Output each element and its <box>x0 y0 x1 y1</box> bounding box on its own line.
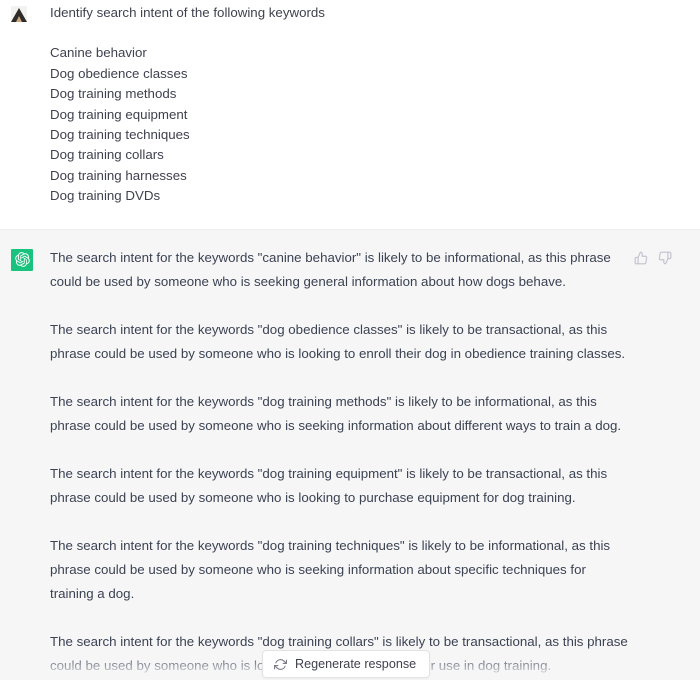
user-avatar-cell <box>0 3 50 22</box>
user-prompt-line: Identify search intent of the following … <box>50 5 325 20</box>
user-message-body: Identify search intent of the following … <box>50 3 700 207</box>
keyword-line-7: Dog training harnesses <box>50 167 187 183</box>
user-avatar <box>11 6 27 22</box>
chat-conversation: Identify search intent of the following … <box>0 0 700 680</box>
user-message-row: Identify search intent of the following … <box>0 0 700 230</box>
user-prompt-text: Identify search intent of the following … <box>50 3 684 207</box>
thumbs-down-icon[interactable] <box>658 251 672 265</box>
keyword-line-8: Dog training DVDs <box>50 188 161 204</box>
prompt-gap <box>50 23 684 43</box>
assistant-message-row: The search intent for the keywords "cani… <box>0 229 700 680</box>
keyword-line-5: Dog training techniques <box>50 127 190 143</box>
regenerate-response-label: Regenerate response <box>295 657 417 671</box>
assistant-avatar-cell <box>0 246 50 271</box>
regenerate-response-button[interactable]: Regenerate response <box>262 650 431 678</box>
keyword-line-2: Dog obedience classes <box>50 65 188 81</box>
assistant-paragraph: The search intent for the keywords "dog … <box>50 465 608 505</box>
assistant-paragraph: The search intent for the keywords "dog … <box>50 537 611 601</box>
assistant-paragraph: The search intent for the keywords "dog … <box>50 321 626 361</box>
keyword-line-3: Dog training methods <box>50 86 177 102</box>
assistant-paragraph: The search intent for the keywords "cani… <box>50 249 611 289</box>
keyword-line-6: Dog training collars <box>50 147 164 163</box>
keyword-line-1: Canine behavior <box>50 45 147 61</box>
keyword-line-4: Dog training equipment <box>50 106 188 122</box>
feedback-buttons <box>634 251 672 265</box>
chatgpt-avatar <box>11 248 33 271</box>
refresh-icon <box>274 658 287 671</box>
thumbs-up-icon[interactable] <box>634 251 648 265</box>
assistant-paragraph: The search intent for the keywords "dog … <box>50 393 622 433</box>
avatar-inner-triangle-shape <box>16 16 22 22</box>
assistant-message-body: The search intent for the keywords "cani… <box>50 246 700 678</box>
